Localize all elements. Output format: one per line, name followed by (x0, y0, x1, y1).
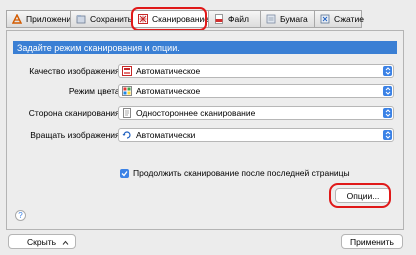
tab-file[interactable]: Файл (208, 10, 260, 28)
rotate-value: Автоматически (136, 130, 196, 140)
scan-side-row: Сторона сканирования: Одностороннее скан… (7, 106, 405, 120)
scan-side-value: Одностороннее сканирование (136, 108, 256, 118)
apply-button[interactable]: Применить (341, 234, 403, 249)
chevron-updown-icon (383, 108, 392, 118)
tab-scan[interactable]: Сканирование (132, 10, 209, 28)
hide-button[interactable]: Скрыть (8, 234, 76, 249)
tab-application-label: Приложение (26, 14, 76, 24)
chevron-updown-icon (383, 130, 392, 140)
application-icon (12, 14, 22, 24)
paper-icon (266, 14, 276, 24)
image-quality-select[interactable]: Автоматическое (118, 64, 394, 78)
help-button[interactable]: ? (15, 210, 26, 221)
tab-paper-label: Бумага (280, 14, 308, 24)
rotate-icon (122, 130, 132, 140)
scan-settings-panel: Задайте режим сканирования и опции. Каче… (6, 30, 404, 230)
tab-bar: Приложение Сохранить Сканирование Файл Б… (6, 8, 364, 30)
section-header: Задайте режим сканирования и опции. (13, 41, 397, 54)
save-icon (76, 14, 86, 24)
tab-file-label: Файл (228, 14, 249, 24)
rotate-select[interactable]: Автоматически (118, 128, 394, 142)
tab-compression[interactable]: Сжатие (314, 10, 364, 28)
options-button[interactable]: Опции... (335, 188, 391, 203)
color-mode-label: Режим цвета: (68, 86, 122, 96)
continue-scan-option[interactable]: Продолжить сканирование после последней … (120, 168, 350, 178)
color-mode-icon (122, 86, 132, 96)
color-mode-row: Режим цвета: Автоматическое (7, 84, 405, 98)
tab-paper[interactable]: Бумага (260, 10, 314, 28)
rotate-label: Вращать изображения: (30, 130, 122, 140)
tab-compression-label: Сжатие (334, 14, 364, 24)
scan-side-select[interactable]: Одностороннее сканирование (118, 106, 394, 120)
chevron-updown-icon (383, 86, 392, 96)
chevron-up-icon (62, 238, 69, 248)
rotate-row: Вращать изображения: Автоматически (7, 128, 405, 142)
scan-icon (138, 14, 148, 24)
tab-scan-label: Сканирование (152, 14, 209, 24)
hide-button-label: Скрыть (27, 236, 57, 247)
pdf-file-icon (214, 14, 224, 24)
continue-scan-label: Продолжить сканирование после последней … (133, 168, 350, 178)
scan-side-label: Сторона сканирования: (28, 108, 122, 118)
image-quality-value: Автоматическое (136, 66, 201, 76)
single-sided-icon (122, 108, 132, 118)
color-mode-select[interactable]: Автоматическое (118, 84, 394, 98)
image-quality-icon (122, 66, 132, 76)
tab-save-label: Сохранить (90, 14, 133, 24)
color-mode-value: Автоматическое (136, 86, 201, 96)
chevron-updown-icon (383, 66, 392, 76)
continue-scan-checkbox[interactable] (120, 168, 129, 178)
image-quality-label: Качество изображения: (29, 66, 122, 76)
scan-settings-window: Приложение Сохранить Сканирование Файл Б… (0, 0, 416, 255)
tab-application[interactable]: Приложение (6, 10, 76, 28)
image-quality-row: Качество изображения: Автоматическое (7, 64, 405, 78)
compression-icon (320, 14, 330, 24)
tab-save[interactable]: Сохранить (70, 10, 132, 28)
